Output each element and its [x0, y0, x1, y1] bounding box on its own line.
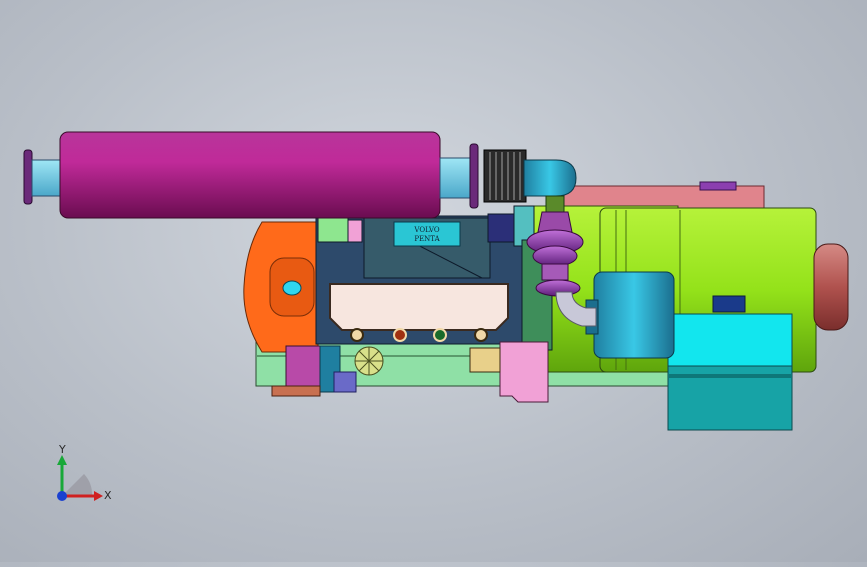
- genset-model[interactable]: VOLVO PENTA Y X: [0, 0, 867, 562]
- oil-filter[interactable]: [499, 341, 549, 403]
- mount-bracket[interactable]: [271, 385, 321, 397]
- brand-plate: VOLVO PENTA: [393, 221, 461, 247]
- oil-pump[interactable]: [469, 347, 501, 373]
- bearing-cap[interactable]: [813, 243, 849, 331]
- x-axis-label: X: [104, 489, 112, 502]
- exhaust-elbow[interactable]: [523, 159, 577, 197]
- control-box[interactable]: [667, 295, 793, 431]
- cad-viewport[interactable]: VOLVO PENTA Y X: [0, 0, 867, 562]
- exhaust-muffler[interactable]: [23, 131, 479, 219]
- valve-cover[interactable]: [329, 283, 509, 331]
- coordinate-triad: Y X: [57, 443, 112, 502]
- radiator[interactable]: [243, 221, 319, 353]
- brand-plate-line1: VOLVO: [413, 226, 439, 234]
- lifting-eye[interactable]: [699, 181, 737, 191]
- fan-blades: [355, 347, 383, 375]
- z-axis-dot: [57, 491, 67, 501]
- starter-motor[interactable]: [285, 345, 323, 393]
- air-intake[interactable]: [585, 271, 675, 359]
- brand-plate-line2: PENTA: [414, 235, 440, 243]
- exhaust-bellows[interactable]: [483, 149, 527, 203]
- sensor-box[interactable]: [333, 371, 357, 393]
- y-axis-label: Y: [58, 443, 66, 456]
